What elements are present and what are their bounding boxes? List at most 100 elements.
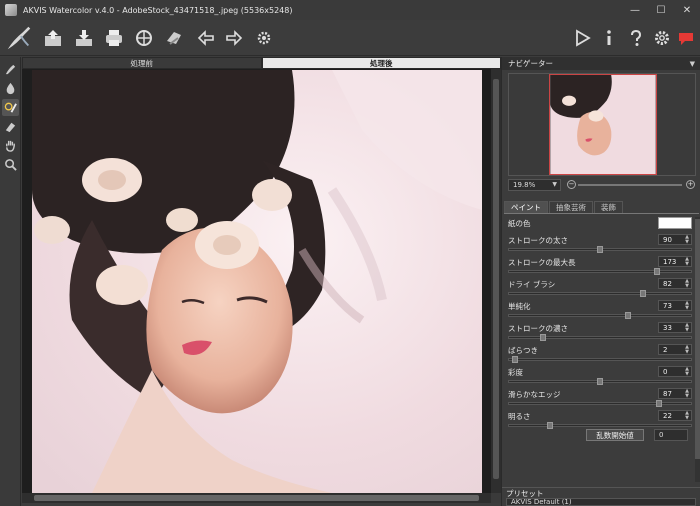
- param-slider[interactable]: [508, 402, 692, 405]
- param-value[interactable]: 87 ▲ ▼: [658, 388, 692, 399]
- maximize-button[interactable]: ☐: [648, 0, 674, 20]
- params-scrollbar[interactable]: [695, 217, 700, 482]
- vscroll-thumb[interactable]: [493, 79, 499, 479]
- param-simplification: 単純化 73 ▲ ▼: [506, 300, 692, 322]
- zoom-value: 19.8%: [513, 181, 536, 189]
- brush-logo-icon: [2, 22, 36, 54]
- slider-knob[interactable]: [597, 378, 603, 385]
- slider-knob[interactable]: [653, 268, 660, 275]
- tab-after[interactable]: 処理後: [261, 57, 501, 69]
- random-seed-button[interactable]: 乱数開始値: [586, 429, 644, 441]
- info-icon[interactable]: [597, 26, 621, 50]
- param-label: ストロークの最大長: [508, 258, 576, 267]
- slider-knob[interactable]: [540, 334, 547, 341]
- param-value[interactable]: 0 ▲ ▼: [658, 366, 692, 377]
- random-seed-value[interactable]: 0: [654, 429, 688, 441]
- tab-decoration[interactable]: 装飾: [594, 201, 623, 213]
- help-icon[interactable]: [624, 26, 648, 50]
- canvas-vertical-scrollbar[interactable]: [491, 69, 501, 493]
- app-window: AKVIS Watercolor v.4.0 - AdobeStock_4347…: [0, 0, 700, 506]
- param-value[interactable]: 73 ▲ ▼: [658, 300, 692, 311]
- param-slider[interactable]: [508, 270, 692, 273]
- print-icon[interactable]: [102, 26, 126, 50]
- zoom-select[interactable]: 19.8% ▼: [508, 179, 561, 191]
- collapse-arrow-icon[interactable]: ▼: [690, 60, 695, 68]
- tab-before[interactable]: 処理前: [22, 57, 262, 69]
- app-icon: [5, 4, 17, 16]
- slider-knob[interactable]: [597, 246, 603, 253]
- minimize-button[interactable]: —: [622, 0, 648, 20]
- eraser-icon[interactable]: [2, 118, 19, 135]
- batch-icon[interactable]: [162, 26, 186, 50]
- tab-paint[interactable]: ペイント: [504, 201, 548, 213]
- scroll-corner: [491, 493, 501, 503]
- slider-knob[interactable]: [511, 356, 518, 363]
- slider-knob[interactable]: [639, 290, 646, 297]
- drop-icon[interactable]: [2, 80, 19, 97]
- zoom-in-button[interactable]: +: [686, 180, 695, 189]
- slider-knob[interactable]: [547, 422, 554, 429]
- zoom-slider[interactable]: [578, 184, 682, 186]
- param-label: 単純化: [508, 302, 531, 311]
- run-icon[interactable]: [570, 26, 594, 50]
- param-slider[interactable]: [508, 358, 692, 361]
- chevron-down-icon: ▼: [552, 181, 557, 188]
- hand-icon[interactable]: [2, 137, 19, 154]
- paper-color-swatch[interactable]: [658, 217, 692, 229]
- param-stroke-density: ストロークの濃さ 33 ▲ ▼: [506, 322, 692, 344]
- parameters-list: 紙の色 ストロークの太さ 90 ▲ ▼ ストロークの最大長 173 ▲ ▼ ドライ ブラ…: [506, 217, 692, 487]
- zoom-out-button[interactable]: −: [567, 180, 576, 189]
- settings-panel: ナビゲーター ▼ 19.8% ▼ − + ペイント 抽象芸術 装飾 紙の色 スト…: [501, 57, 700, 506]
- image-canvas[interactable]: [22, 69, 501, 493]
- param-value[interactable]: 82 ▲ ▼: [658, 278, 692, 289]
- param-slider[interactable]: [508, 292, 692, 295]
- param-saturation: 彩度 0 ▲ ▼: [506, 366, 692, 388]
- history-brush-icon[interactable]: [2, 99, 19, 116]
- zoom-icon[interactable]: [2, 156, 19, 173]
- close-button[interactable]: ✕: [674, 0, 700, 20]
- param-label: 紙の色: [508, 219, 531, 228]
- title-bar: AKVIS Watercolor v.4.0 - AdobeStock_4347…: [0, 0, 700, 20]
- param-label: ストロークの濃さ: [508, 324, 568, 333]
- param-slider[interactable]: [508, 314, 692, 317]
- canvas-horizontal-scrollbar[interactable]: [22, 493, 491, 503]
- params-scroll-thumb[interactable]: [695, 219, 700, 459]
- slider-knob[interactable]: [655, 400, 662, 407]
- main-toolbar: [0, 20, 700, 56]
- param-dry-brush: ドライ ブラシ 82 ▲ ▼: [506, 278, 692, 300]
- param-value[interactable]: 22 ▲ ▼: [658, 410, 692, 421]
- navigator-header[interactable]: ナビゲーター ▼: [502, 57, 700, 70]
- param-slider[interactable]: [508, 336, 692, 339]
- settings-icon[interactable]: [650, 26, 674, 50]
- param-slider[interactable]: [508, 424, 692, 427]
- preset-select[interactable]: AKVIS Default (1): [506, 498, 696, 506]
- settings-tabs: ペイント 抽象芸術 装飾: [504, 201, 699, 214]
- redo-icon[interactable]: [222, 26, 246, 50]
- preset-header: プリセット: [502, 487, 700, 498]
- undo-icon[interactable]: [194, 26, 218, 50]
- param-label: 明るさ: [508, 412, 531, 421]
- tools-panel: [0, 57, 21, 506]
- param-value[interactable]: 2 ▲ ▼: [658, 344, 692, 355]
- hscroll-thumb[interactable]: [34, 495, 479, 501]
- save-icon[interactable]: [72, 26, 96, 50]
- share-icon[interactable]: [132, 26, 156, 50]
- param-label: ばらつき: [508, 346, 538, 355]
- param-label: ドライ ブラシ: [508, 280, 556, 289]
- slider-knob[interactable]: [625, 312, 632, 319]
- param-label: ストロークの太さ: [508, 236, 568, 245]
- open-icon[interactable]: [41, 26, 65, 50]
- navigator-thumbnail[interactable]: [549, 74, 657, 175]
- plugins-icon[interactable]: [252, 26, 276, 50]
- feedback-icon[interactable]: [674, 26, 698, 50]
- param-max-stroke-length: ストロークの最大長 173 ▲ ▼: [506, 256, 692, 278]
- watercolor-brush-icon[interactable]: [2, 61, 19, 78]
- param-value[interactable]: 90 ▲ ▼: [658, 234, 692, 245]
- param-value[interactable]: 173 ▲ ▼: [658, 256, 692, 267]
- tab-abstract[interactable]: 抽象芸術: [549, 201, 593, 213]
- param-value[interactable]: 33 ▲ ▼: [658, 322, 692, 333]
- param-stroke-thickness: ストロークの太さ 90 ▲ ▼: [506, 234, 692, 256]
- navigator-preview[interactable]: [508, 73, 696, 176]
- watercolor-image: [32, 70, 482, 493]
- view-tabs: 処理前 処理後: [22, 57, 501, 69]
